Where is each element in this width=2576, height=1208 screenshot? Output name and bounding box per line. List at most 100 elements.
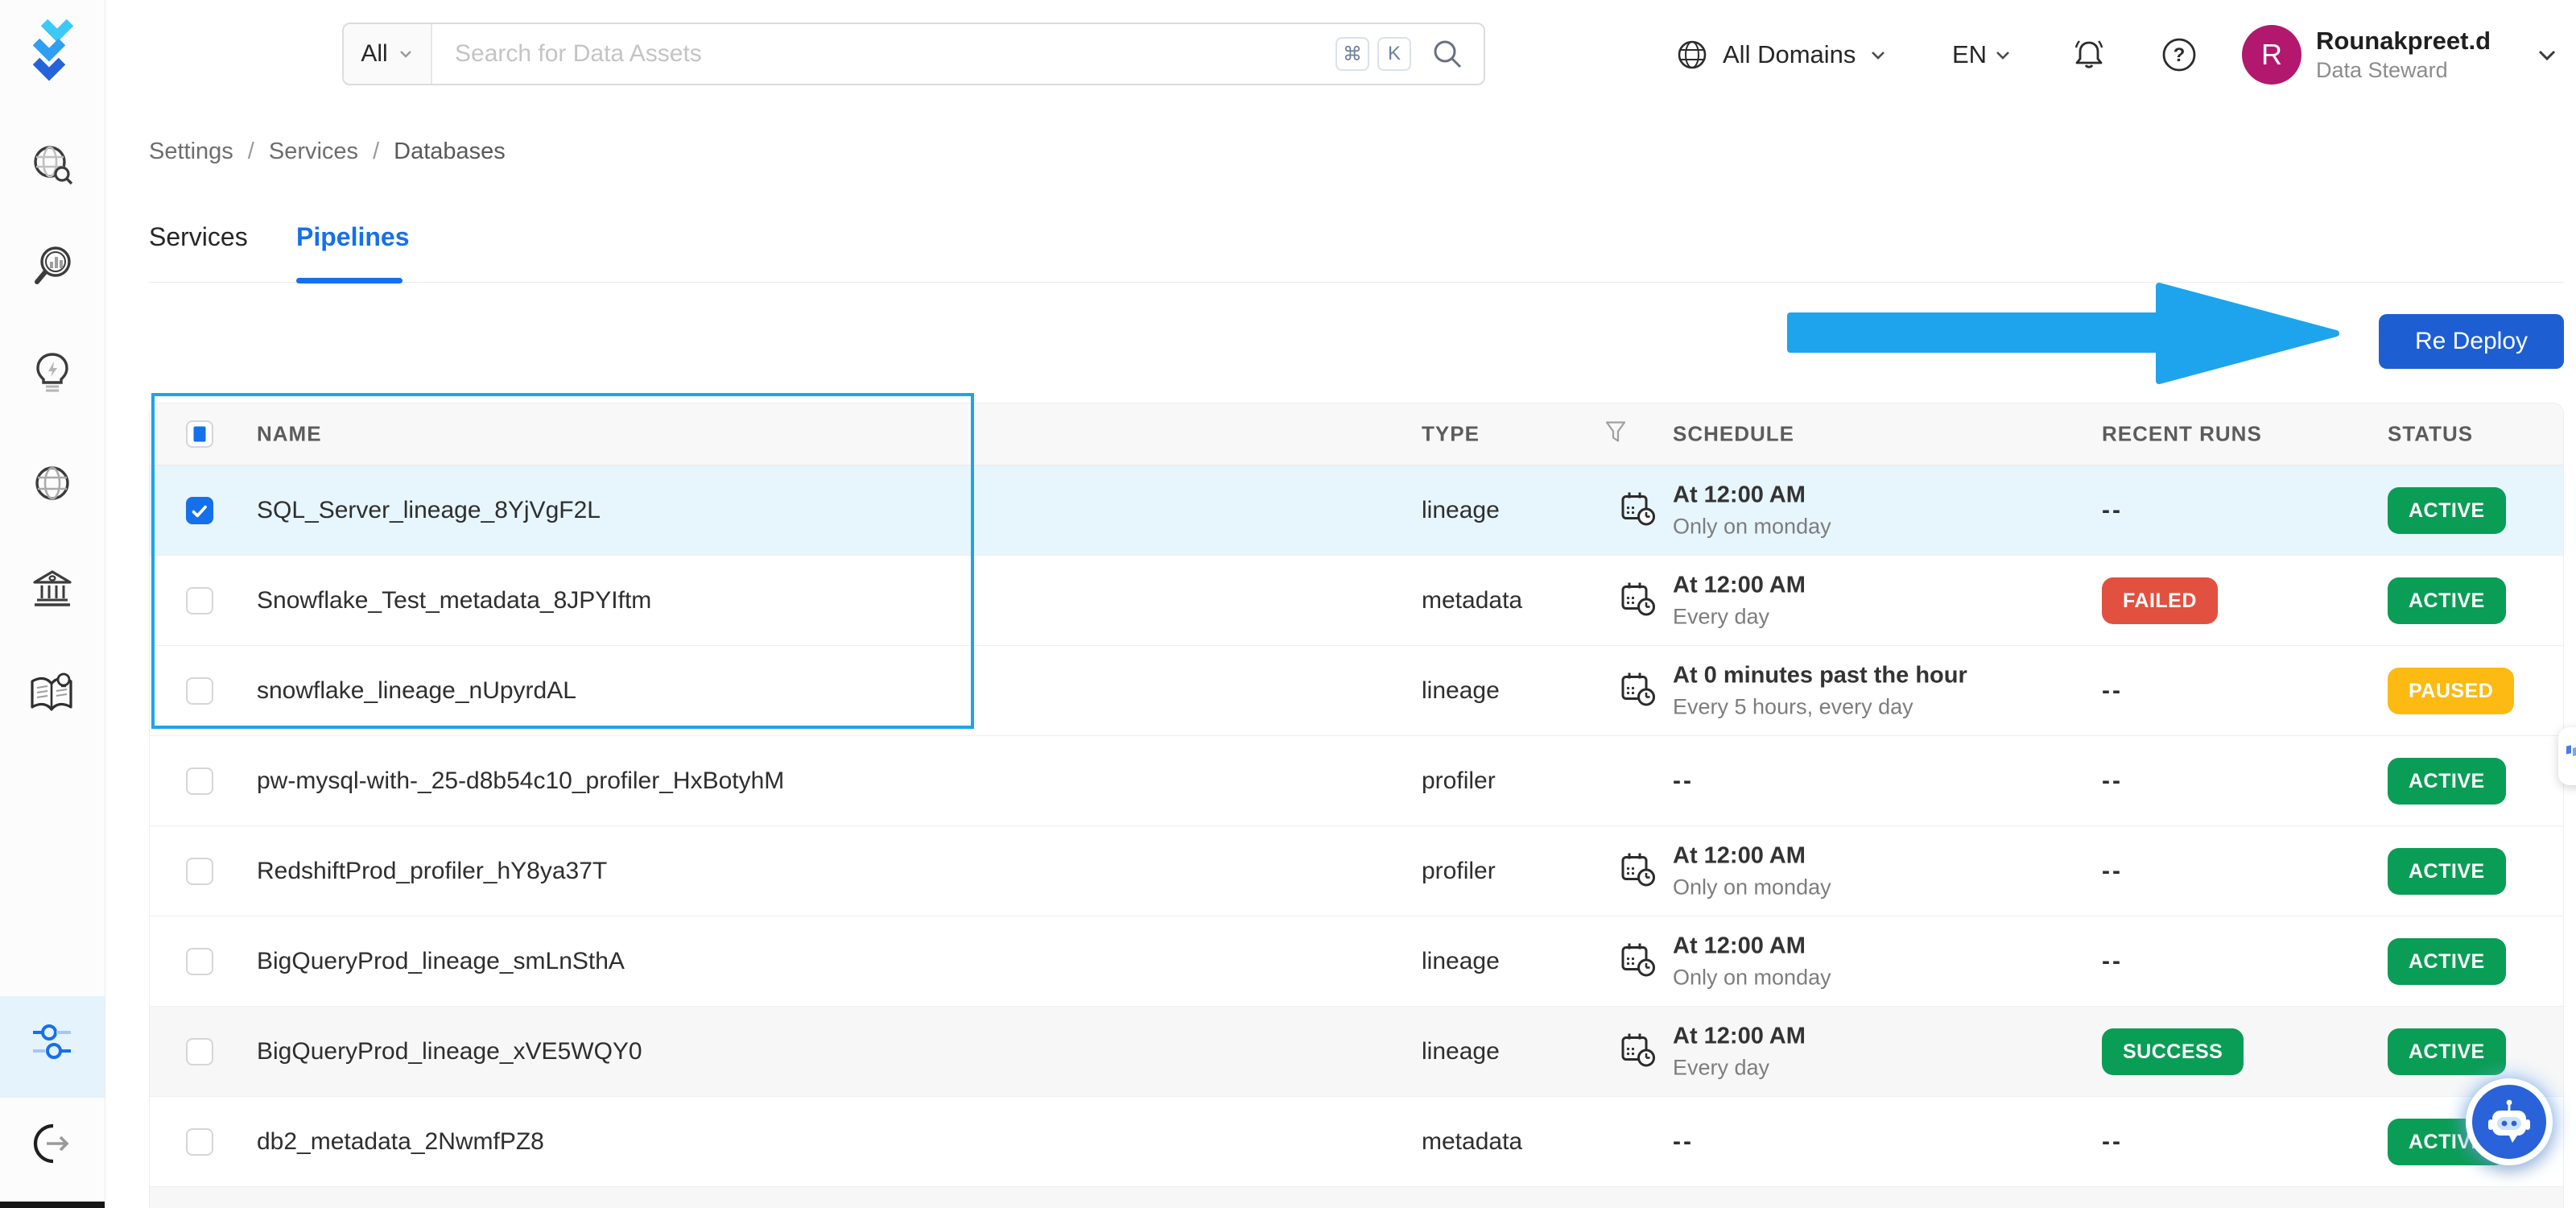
schedule-frequency: Only on monday (1673, 514, 1831, 538)
domains-label: All Domains (1723, 40, 1856, 68)
search-scope-dropdown[interactable]: All (344, 24, 432, 84)
recent-run-empty: -- (2102, 857, 2123, 884)
pipeline-type: metadata (1422, 1127, 1523, 1155)
sidebar-item-logout[interactable] (29, 1120, 76, 1171)
book-bulb-icon (31, 672, 72, 711)
redeploy-button[interactable]: Re Deploy (2379, 314, 2564, 369)
active-tab-indicator (296, 278, 402, 283)
user-menu[interactable]: R Rounakpreet.d Data Steward (2242, 0, 2491, 110)
column-header-name[interactable]: NAME (257, 422, 322, 447)
sidebar-item-observability[interactable] (29, 242, 76, 293)
schedule-frequency: Only on monday (1673, 875, 1831, 899)
row-checkbox[interactable] (186, 586, 213, 614)
search-scope-label: All (361, 40, 388, 67)
bottom-edge-strip (0, 1202, 105, 1208)
recent-run-badge[interactable]: FAILED (2102, 577, 2218, 624)
schedule-frequency: Every 5 hours, every day (1673, 694, 1913, 718)
status-badge[interactable]: ACTIVE (2388, 937, 2506, 985)
status-badge[interactable]: ACTIVE (2388, 847, 2506, 895)
tab-services[interactable]: Services (149, 222, 248, 252)
sidebar-item-govern[interactable] (29, 565, 76, 615)
select-all-checkbox[interactable] (186, 420, 213, 448)
row-checkbox[interactable] (186, 767, 213, 795)
column-header-type[interactable]: TYPE (1422, 422, 1480, 447)
tabs-divider (149, 282, 2564, 283)
row-checkbox[interactable] (186, 1037, 213, 1065)
table-row: BigQueryProd_lineage_xVE5WQY0 lineage At 1… (150, 1007, 2563, 1097)
status-badge[interactable]: ACTIVE (2388, 486, 2506, 534)
tab-pipelines[interactable]: Pipelines (296, 222, 410, 252)
breadcrumb-databases[interactable]: Databases (394, 139, 506, 165)
pipeline-type: lineage (1422, 676, 1500, 704)
pipeline-name[interactable]: SQL_Server_lineage_8YjVgF2L (257, 497, 601, 524)
logout-icon (33, 1123, 69, 1164)
status-badge[interactable]: PAUSED (2388, 667, 2515, 714)
bank-icon (33, 570, 72, 606)
status-badge[interactable]: ACTIVE (2388, 757, 2506, 805)
globe-icon (35, 466, 69, 500)
schedule-cell: At 12:00 AM Only on monday (1673, 933, 1831, 990)
pipeline-type: profiler (1422, 767, 1496, 794)
edge-widget-icon (2566, 745, 2576, 756)
breadcrumb-settings[interactable]: Settings (149, 139, 233, 165)
filter-icon[interactable] (1604, 420, 1628, 449)
schedule-empty: -- (1673, 1127, 1694, 1155)
user-menu-caret[interactable] (2534, 42, 2560, 72)
openmetadata-logo[interactable] (27, 18, 78, 89)
lightbulb-icon (36, 353, 68, 392)
pipeline-type: lineage (1422, 496, 1500, 523)
row-checkbox[interactable] (186, 676, 213, 705)
pipeline-type: metadata (1422, 586, 1523, 614)
breadcrumb: Settings / Services / Databases (149, 139, 506, 165)
calendar-clock-icon (1620, 941, 1657, 982)
help-button[interactable]: ? (2160, 0, 2198, 110)
domains-dropdown[interactable]: All Domains (1674, 0, 1888, 110)
chat-assistant-button[interactable] (2466, 1078, 2553, 1165)
pipelines-table-body: SQL_Server_lineage_8YjVgF2L lineage At 12:… (150, 465, 2563, 1208)
column-header-status[interactable]: STATUS (2388, 422, 2473, 447)
search-input[interactable] (432, 40, 1335, 68)
recent-run-empty: -- (2102, 496, 2123, 523)
search-icon[interactable] (1429, 35, 1466, 72)
pipeline-name[interactable]: Snowflake_Test_metadata_8JPYIftm (257, 587, 651, 614)
pipeline-name[interactable]: pw-mysql-with-_25-d8b54c10_profiler_HxBo… (257, 767, 784, 795)
chevron-down-icon (2538, 50, 2556, 61)
schedule-frequency: Every day (1673, 604, 1770, 628)
pipeline-name[interactable]: BigQueryProd_lineage_smLnSthA (257, 948, 625, 975)
user-name: Rounakpreet.d (2316, 26, 2491, 55)
schedule-time: At 0 minutes past the hour (1673, 662, 1967, 688)
row-checkbox[interactable] (186, 947, 213, 975)
status-badge[interactable]: ACTIVE (2388, 577, 2506, 624)
pipeline-name[interactable]: snowflake_lineage_nUpyrdAL (257, 677, 576, 705)
schedule-cell: At 12:00 AM Every day (1673, 572, 1806, 629)
breadcrumb-services[interactable]: Services (269, 139, 358, 165)
sidebar-item-settings[interactable] (29, 1019, 76, 1069)
sidebar-item-insights[interactable] (29, 350, 76, 400)
notifications-button[interactable] (2069, 0, 2109, 110)
pipeline-name[interactable]: RedshiftProd_profiler_hY8ya37T (257, 858, 607, 885)
row-checkbox[interactable] (186, 496, 213, 524)
table-row: pw-mysql-with-_25-d8b54c10_profiler_HxBo… (150, 736, 2563, 826)
language-dropdown[interactable]: EN (1952, 0, 2013, 110)
schedule-cell: At 12:00 AM Every day (1673, 1023, 1806, 1080)
edge-widget-tab[interactable] (2558, 727, 2576, 785)
row-checkbox[interactable] (186, 857, 213, 885)
status-badge[interactable]: ACTIVE (2388, 1028, 2506, 1075)
recent-run-empty: -- (2102, 676, 2123, 704)
pipeline-name[interactable]: BigQueryProd_lineage_xVE5WQY0 (257, 1038, 642, 1065)
sidebar-item-explore[interactable] (29, 142, 76, 192)
robot-chat-icon (2488, 1099, 2530, 1143)
row-checkbox[interactable] (186, 1127, 213, 1156)
pipeline-name[interactable]: db2_metadata_2NwmfPZ8 (257, 1128, 544, 1156)
recent-run-empty: -- (2102, 767, 2123, 794)
recent-run-badge[interactable]: SUCCESS (2102, 1028, 2244, 1075)
annotation-arrow (1787, 276, 2344, 395)
column-header-schedule[interactable]: SCHEDULE (1673, 422, 1794, 447)
sidebar-item-glossary[interactable] (27, 670, 77, 721)
pipelines-table: NAME TYPE SCHEDULE RECENT RUNS STATUS SQ… (149, 403, 2564, 1208)
sidebar-item-domains[interactable] (29, 460, 76, 511)
schedule-frequency: Only on monday (1673, 965, 1831, 989)
schedule-time: At 12:00 AM (1673, 933, 1806, 958)
schedule-frequency: Every day (1673, 1055, 1770, 1079)
column-header-recent-runs[interactable]: RECENT RUNS (2102, 422, 2262, 447)
